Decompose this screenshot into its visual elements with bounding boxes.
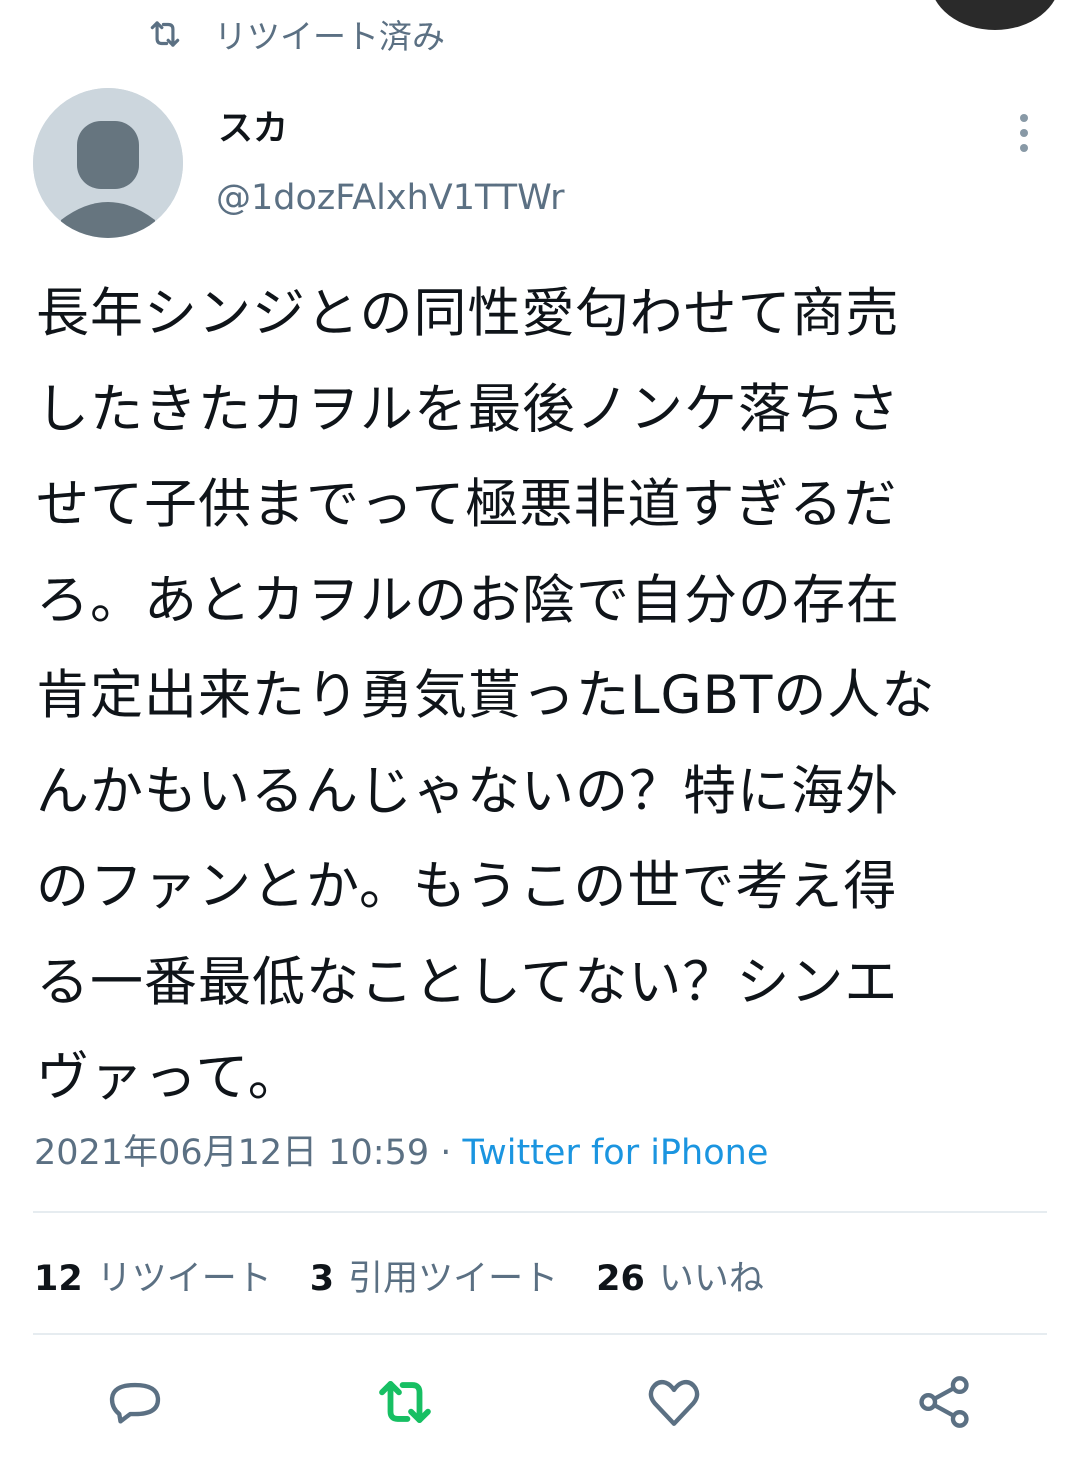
- stat-quote-tweets[interactable]: 3 引用ツイート: [310, 1250, 558, 1301]
- like-count-label: いいね: [658, 1258, 764, 1299]
- retweet-icon: [379, 1380, 431, 1424]
- floating-avatar-edge: [930, 0, 1060, 30]
- default-avatar-icon: [33, 88, 183, 238]
- more-options-button[interactable]: [1002, 108, 1046, 158]
- retweet-count: 12: [34, 1258, 83, 1299]
- tweet-text: 長年シンジとの同性愛匂わせて商売 したきたカヲルを最後ノンケ落ちさ せて子供まで…: [36, 283, 936, 1108]
- reply-icon: [109, 1382, 161, 1424]
- tweet-metadata: 2021年06月12日 10:59 · Twitter for iPhone: [34, 1128, 768, 1178]
- retweet-button[interactable]: [373, 1370, 437, 1434]
- quote-count: 3: [309, 1258, 335, 1299]
- avatar[interactable]: [33, 88, 183, 238]
- user-handle[interactable]: @1dozFAlxhV1TTWr: [216, 174, 565, 222]
- stat-likes[interactable]: 26 いいね: [596, 1250, 764, 1301]
- share-icon: [919, 1376, 969, 1428]
- reply-button[interactable]: [103, 1370, 167, 1434]
- retweet-small-icon: [150, 21, 180, 47]
- heart-icon: [648, 1379, 700, 1426]
- more-vertical-icon: [1020, 114, 1028, 152]
- engagement-stats: 12 リツイート 3 引用ツイート 26 いいね: [34, 1248, 802, 1302]
- divider-bottom: [33, 1333, 1047, 1335]
- divider-top: [33, 1211, 1047, 1213]
- quote-count-label: 引用ツイート: [348, 1258, 559, 1299]
- share-button[interactable]: [912, 1370, 976, 1434]
- retweet-count-label: リツイート: [96, 1258, 272, 1299]
- like-button[interactable]: [642, 1370, 706, 1434]
- like-count: 26: [596, 1258, 645, 1299]
- tweet-source-link[interactable]: Twitter for iPhone: [463, 1133, 769, 1173]
- meta-separator: ·: [429, 1133, 463, 1173]
- tweet-timestamp[interactable]: 2021年06月12日 10:59: [34, 1133, 429, 1173]
- display-name[interactable]: スカ: [218, 105, 288, 153]
- retweet-context: リツイート済み: [146, 10, 445, 58]
- retweet-context-label: リツイート済み: [214, 17, 445, 56]
- stat-retweets[interactable]: 12 リツイート: [34, 1250, 272, 1301]
